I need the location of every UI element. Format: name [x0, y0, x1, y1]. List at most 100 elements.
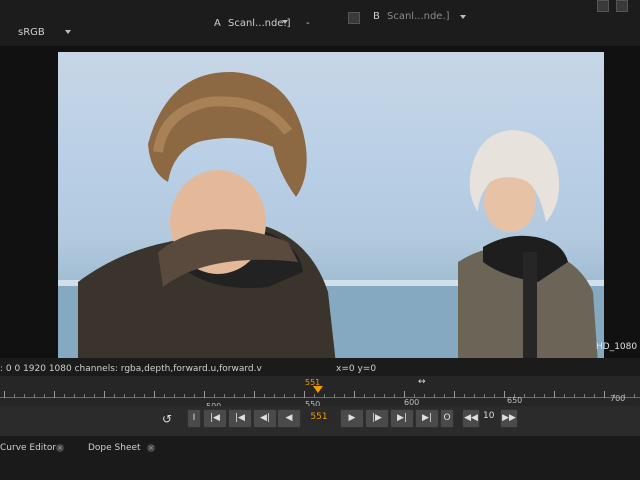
timeline-tick	[174, 394, 175, 398]
timeline-tick	[204, 391, 205, 398]
timeline-tick	[534, 394, 535, 398]
timeline-tick	[604, 391, 605, 398]
out-point-button[interactable]: O	[440, 409, 454, 428]
timeline-tick	[364, 394, 365, 398]
input-a-prefix: A	[214, 18, 221, 29]
timeline-tick	[324, 394, 325, 398]
timeline-tick	[524, 394, 525, 398]
input-b-prefix: B	[373, 11, 380, 22]
next-keyframe-button[interactable]: ▶|	[390, 409, 414, 428]
timeline-tick	[444, 394, 445, 398]
first-frame-button[interactable]: |◀	[203, 409, 227, 428]
prev-frame-button[interactable]: ◀|	[253, 409, 277, 428]
timeline-tick	[564, 394, 565, 398]
timeline-tick	[584, 394, 585, 398]
timeline-tick	[344, 394, 345, 398]
timeline-label: 650	[507, 396, 523, 405]
timeline-tick	[504, 391, 505, 398]
timeline-tick	[424, 394, 425, 398]
play-forward-button[interactable]: ▶	[340, 409, 364, 428]
timeline-tick	[194, 394, 195, 398]
timeline-tick	[434, 394, 435, 398]
timeline-tick	[84, 394, 85, 398]
wipe-icon[interactable]	[348, 12, 360, 24]
timeline-tick	[74, 394, 75, 398]
timeline-tick	[264, 394, 265, 398]
in-out-marker-icon[interactable]: ↔	[418, 377, 426, 387]
timeline-tick	[404, 391, 405, 398]
timeline-tick	[494, 394, 495, 398]
colorspace-select[interactable]: sRGB	[18, 27, 45, 38]
bbox-channels-info: : 0 0 1920 1080 channels: rgba,depth,for…	[0, 364, 262, 374]
timeline-tick	[454, 391, 455, 398]
timeline-tick	[464, 394, 465, 398]
timeline-tick	[34, 394, 35, 398]
timeline-tick	[14, 394, 15, 398]
timeline-tick	[574, 394, 575, 398]
close-icon[interactable]: ×	[147, 444, 155, 452]
timeline-tick	[394, 394, 395, 398]
timeline-tick	[24, 394, 25, 398]
timeline-tick	[594, 394, 595, 398]
timeline-tick	[244, 394, 245, 398]
timeline-tick	[224, 394, 225, 398]
viewer-menu-icon[interactable]	[616, 0, 628, 12]
step-value[interactable]: 10	[483, 411, 494, 421]
timeline-tick	[184, 394, 185, 398]
snow-scene-image	[58, 71, 604, 364]
timeline-tick	[104, 391, 105, 398]
timeline-tick	[254, 391, 255, 398]
timeline-tick	[554, 391, 555, 398]
tab-curve-editor[interactable]: Curve Editor	[0, 443, 56, 453]
timeline-tick	[214, 394, 215, 398]
timeline-tick	[634, 394, 635, 398]
timeline-tick	[544, 394, 545, 398]
step-back-button[interactable]: ◀◀	[462, 409, 480, 428]
next-frame-button[interactable]: |▶	[365, 409, 389, 428]
timeline-tick	[134, 394, 135, 398]
timeline-tick	[314, 394, 315, 398]
dropdown-arrow-icon[interactable]	[460, 15, 466, 19]
input-b-select[interactable]: Scanl...nde.]	[387, 11, 450, 22]
timeline-tick	[154, 391, 155, 398]
timeline-tick	[284, 394, 285, 398]
timeline-tick	[44, 394, 45, 398]
format-label: HD_1080	[596, 342, 638, 352]
timeline-tick	[334, 394, 335, 398]
timeline-tick	[374, 394, 375, 398]
dropdown-arrow-icon[interactable]	[65, 30, 71, 34]
loop-icon[interactable]: ↺	[162, 412, 172, 426]
dropdown-arrow-icon[interactable]	[282, 20, 288, 24]
timeline-tick	[94, 394, 95, 398]
timeline-tick	[294, 394, 295, 398]
frame-input[interactable]: 551	[304, 410, 334, 425]
timeline-tick	[164, 394, 165, 398]
timeline-tick	[144, 394, 145, 398]
timeline-tick	[384, 394, 385, 398]
coords-readout: x=0 y=0	[336, 364, 377, 374]
timeline-tick	[274, 394, 275, 398]
timeline-tick	[114, 394, 115, 398]
viewer-image	[58, 52, 604, 364]
timeline-tick	[474, 394, 475, 398]
close-icon[interactable]: ×	[56, 444, 64, 452]
viewer-settings-icon[interactable]	[597, 0, 609, 12]
viewer-toolbar: sRGB A Scanl...nde.] - B Scanl...nde.] y…	[0, 0, 640, 60]
timeline-tick	[304, 391, 305, 398]
timeline-tick	[234, 394, 235, 398]
timeline-tick	[354, 391, 355, 398]
tab-dope-sheet[interactable]: Dope Sheet	[88, 443, 141, 453]
step-forward-button[interactable]: ▶▶	[500, 409, 518, 428]
last-frame-button[interactable]: ▶|	[415, 409, 439, 428]
in-point-button[interactable]: I	[187, 409, 201, 428]
input-separator: -	[306, 18, 310, 29]
timeline-tick	[54, 391, 55, 398]
timeline-tick	[484, 394, 485, 398]
timeline-label: 700	[610, 394, 626, 403]
timeline-tick	[124, 394, 125, 398]
prev-keyframe-button[interactable]: |◀	[228, 409, 252, 428]
timeline-tick	[4, 391, 5, 398]
play-backward-button[interactable]: ◀	[277, 409, 301, 428]
timeline-tick	[64, 394, 65, 398]
playhead-icon[interactable]	[313, 386, 323, 393]
